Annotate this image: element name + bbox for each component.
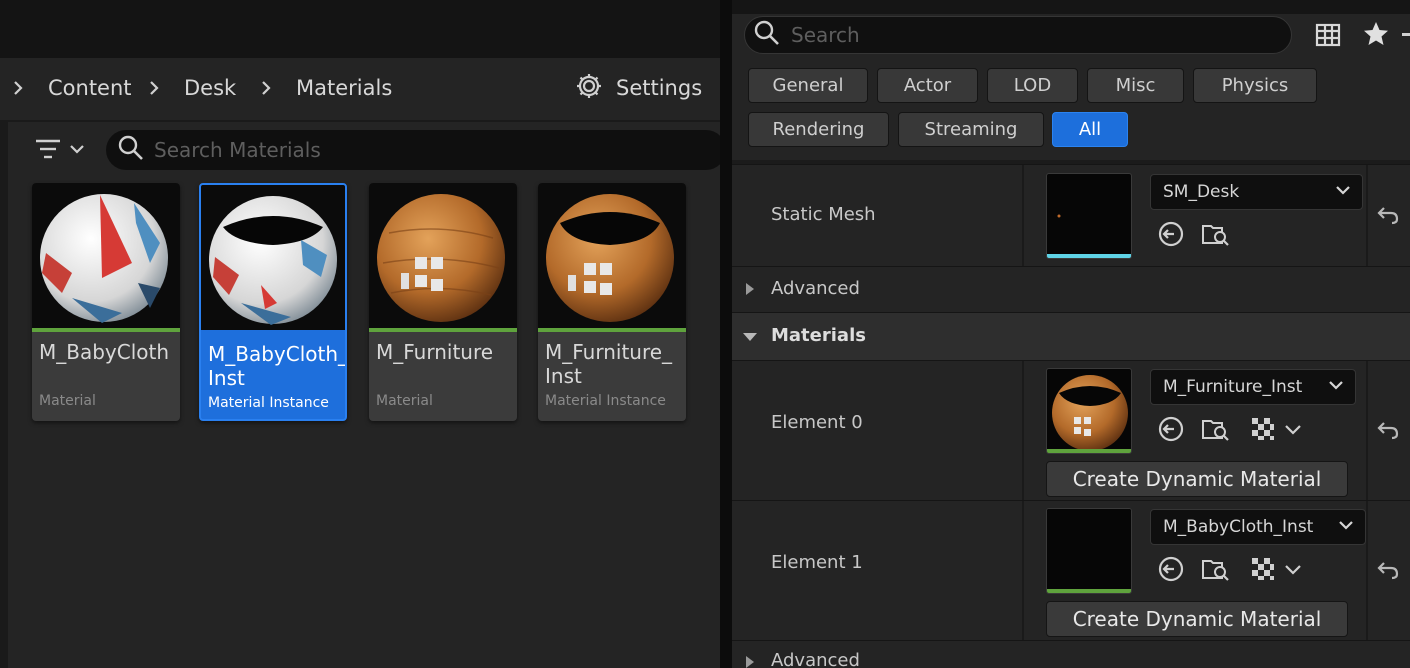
details-tab-strip bbox=[732, 0, 1410, 14]
chevron-right-icon[interactable] bbox=[8, 78, 28, 98]
settings-button[interactable]: Settings bbox=[574, 70, 702, 106]
details-search-field[interactable] bbox=[744, 16, 1292, 54]
material-thumbnail bbox=[32, 183, 180, 328]
element-1-thumbnail[interactable] bbox=[1046, 508, 1132, 594]
create-dynamic-material-button[interactable]: Create Dynamic Material bbox=[1046, 461, 1348, 497]
filter-rendering[interactable]: Rendering bbox=[748, 112, 889, 147]
filter-general[interactable]: General bbox=[748, 68, 868, 103]
reset-to-default-icon[interactable] bbox=[1376, 558, 1400, 582]
material-thumbnail bbox=[201, 185, 345, 330]
asset-type: Material Instance bbox=[208, 395, 329, 411]
column-divider bbox=[1022, 501, 1024, 640]
breadcrumb-content[interactable]: Content bbox=[48, 74, 132, 102]
use-selected-icon[interactable] bbox=[1156, 219, 1186, 249]
material-thumbnail bbox=[369, 183, 517, 328]
asset-type: Material bbox=[376, 393, 433, 409]
filter-all[interactable]: All bbox=[1052, 112, 1128, 147]
breadcrumb-materials[interactable]: Materials bbox=[296, 74, 392, 102]
chevron-down-icon bbox=[1327, 376, 1345, 399]
column-divider bbox=[1366, 501, 1368, 640]
details-search-input[interactable] bbox=[791, 23, 1271, 47]
asset-tile-m-babycloth-inst[interactable]: M_BabyCloth_ Inst Material Instance bbox=[199, 183, 347, 421]
element-1-value: M_BabyCloth_Inst bbox=[1163, 517, 1314, 537]
element-0-label: Element 0 bbox=[771, 412, 863, 433]
content-browser-tab-strip bbox=[0, 0, 720, 58]
advanced-label: Advanced bbox=[771, 278, 860, 299]
use-selected-icon[interactable] bbox=[1156, 554, 1186, 584]
create-dynamic-material-button[interactable]: Create Dynamic Material bbox=[1046, 601, 1348, 637]
reset-to-default-icon[interactable] bbox=[1376, 418, 1400, 442]
browse-icon[interactable] bbox=[1200, 414, 1230, 444]
more-options-icon[interactable] bbox=[1402, 26, 1410, 44]
browse-icon[interactable] bbox=[1200, 554, 1230, 584]
element-0-thumbnail[interactable] bbox=[1046, 368, 1132, 454]
filter-misc[interactable]: Misc bbox=[1087, 68, 1184, 103]
asset-name: M_Furniture_ Inst bbox=[545, 340, 673, 388]
reset-to-default-icon[interactable] bbox=[1376, 203, 1400, 227]
asset-name: M_BabyCloth bbox=[39, 340, 170, 364]
property-matrix-icon[interactable] bbox=[1313, 20, 1343, 50]
use-selected-icon[interactable] bbox=[1156, 414, 1186, 444]
search-icon bbox=[753, 19, 781, 51]
panel-splitter[interactable] bbox=[720, 0, 732, 668]
chevron-down-icon bbox=[1334, 181, 1352, 204]
filter-button[interactable] bbox=[34, 137, 90, 165]
asset-type-color-bar bbox=[538, 328, 686, 332]
static-mesh-combo[interactable]: SM_Desk bbox=[1150, 174, 1363, 210]
asset-tile-m-babycloth[interactable]: M_BabyCloth Material bbox=[32, 183, 180, 421]
asset-name: M_Furniture bbox=[376, 340, 494, 364]
filter-icon bbox=[34, 137, 62, 165]
chevron-down-icon bbox=[1337, 516, 1355, 539]
advanced-bottom-label: Advanced bbox=[771, 650, 860, 668]
filter-lod[interactable]: LOD bbox=[987, 68, 1078, 103]
static-mesh-value: SM_Desk bbox=[1163, 182, 1240, 202]
element-0-value: M_Furniture_Inst bbox=[1163, 377, 1303, 397]
column-divider bbox=[1366, 361, 1368, 500]
star-icon[interactable] bbox=[1362, 20, 1390, 48]
element-0-combo[interactable]: M_Furniture_Inst bbox=[1150, 369, 1356, 405]
column-divider bbox=[1022, 165, 1024, 266]
chevron-down-icon[interactable] bbox=[1282, 558, 1304, 580]
asset-type: Material Instance bbox=[545, 393, 666, 409]
asset-type: Material bbox=[39, 393, 96, 409]
settings-label: Settings bbox=[616, 76, 703, 100]
gear-icon bbox=[574, 71, 604, 106]
collapse-arrow-icon[interactable] bbox=[742, 329, 758, 345]
expand-arrow-icon[interactable] bbox=[742, 281, 758, 297]
chevron-right-icon[interactable] bbox=[144, 78, 164, 98]
static-mesh-thumbnail[interactable] bbox=[1046, 173, 1132, 259]
asset-type-color-bar bbox=[1047, 589, 1131, 593]
asset-name: M_BabyCloth_ Inst bbox=[208, 342, 347, 390]
checker-icon[interactable] bbox=[1248, 554, 1278, 584]
browse-icon[interactable] bbox=[1200, 219, 1230, 249]
materials-section-label: Materials bbox=[771, 325, 866, 346]
chevron-down-icon[interactable] bbox=[1282, 418, 1304, 440]
asset-tile-m-furniture[interactable]: M_Furniture Material bbox=[369, 183, 517, 421]
element-1-combo[interactable]: M_BabyCloth_Inst bbox=[1150, 509, 1366, 545]
breadcrumb-desk[interactable]: Desk bbox=[184, 74, 236, 102]
asset-type-color-bar bbox=[32, 328, 180, 332]
search-materials-input[interactable] bbox=[154, 138, 674, 162]
element-1-label: Element 1 bbox=[771, 552, 863, 573]
filter-actor[interactable]: Actor bbox=[877, 68, 978, 103]
material-thumbnail bbox=[538, 183, 686, 328]
column-divider bbox=[1022, 361, 1024, 500]
expand-arrow-icon[interactable] bbox=[742, 654, 758, 668]
search-materials-field[interactable] bbox=[106, 130, 726, 170]
chevron-right-icon[interactable] bbox=[256, 78, 276, 98]
asset-type-color-bar bbox=[1047, 449, 1131, 453]
asset-tile-m-furniture-inst[interactable]: M_Furniture_ Inst Material Instance bbox=[538, 183, 686, 421]
asset-type-color-bar bbox=[369, 328, 517, 332]
asset-type-color-bar bbox=[1047, 254, 1131, 258]
column-divider bbox=[1366, 165, 1368, 266]
search-icon bbox=[116, 133, 146, 167]
checker-icon[interactable] bbox=[1248, 414, 1278, 444]
static-mesh-label: Static Mesh bbox=[771, 204, 876, 225]
chevron-down-icon bbox=[68, 140, 86, 162]
filter-physics[interactable]: Physics bbox=[1193, 68, 1317, 103]
asset-type-color-bar bbox=[201, 330, 345, 334]
filter-streaming[interactable]: Streaming bbox=[898, 112, 1044, 147]
